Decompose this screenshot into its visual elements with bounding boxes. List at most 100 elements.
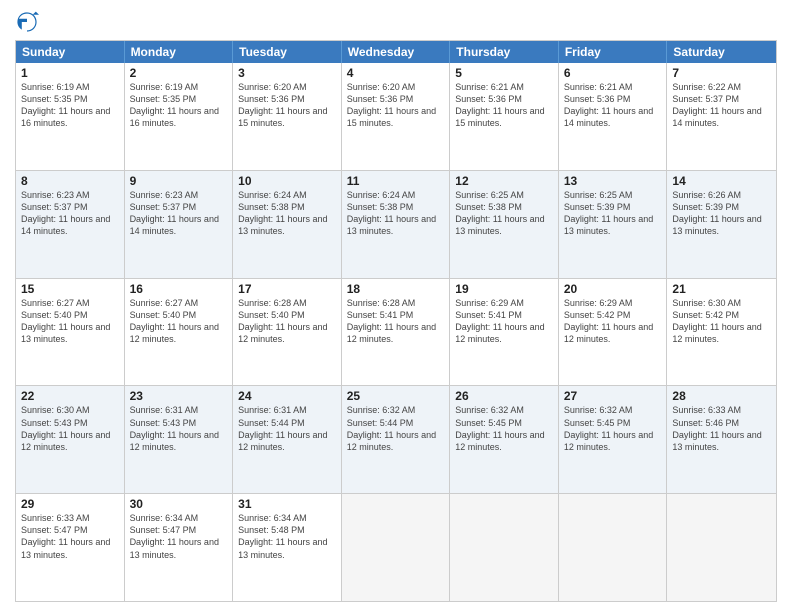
cell-day: 21: [672, 282, 771, 296]
calendar-cell: 22 Sunrise: 6:30 AMSunset: 5:43 PMDaylig…: [16, 386, 125, 493]
cell-info: Sunrise: 6:23 AMSunset: 5:37 PMDaylight:…: [130, 189, 228, 238]
cell-day: 19: [455, 282, 553, 296]
cell-day: 5: [455, 66, 553, 80]
calendar-cell: [667, 494, 776, 601]
calendar-row-3: 15 Sunrise: 6:27 AMSunset: 5:40 PMDaylig…: [16, 278, 776, 386]
cell-day: 4: [347, 66, 445, 80]
cell-day: 12: [455, 174, 553, 188]
cell-info: Sunrise: 6:31 AMSunset: 5:43 PMDaylight:…: [130, 404, 228, 453]
logo-icon: [15, 10, 39, 34]
cell-day: 27: [564, 389, 662, 403]
calendar-cell: 11 Sunrise: 6:24 AMSunset: 5:38 PMDaylig…: [342, 171, 451, 278]
calendar-cell: 31 Sunrise: 6:34 AMSunset: 5:48 PMDaylig…: [233, 494, 342, 601]
day-header-wednesday: Wednesday: [342, 41, 451, 63]
logo: [15, 10, 43, 34]
calendar-row-1: 1 Sunrise: 6:19 AMSunset: 5:35 PMDayligh…: [16, 63, 776, 170]
cell-day: 9: [130, 174, 228, 188]
calendar-row-2: 8 Sunrise: 6:23 AMSunset: 5:37 PMDayligh…: [16, 170, 776, 278]
calendar-cell: 12 Sunrise: 6:25 AMSunset: 5:38 PMDaylig…: [450, 171, 559, 278]
calendar-cell: 17 Sunrise: 6:28 AMSunset: 5:40 PMDaylig…: [233, 279, 342, 386]
day-header-saturday: Saturday: [667, 41, 776, 63]
cell-info: Sunrise: 6:32 AMSunset: 5:44 PMDaylight:…: [347, 404, 445, 453]
cell-day: 10: [238, 174, 336, 188]
cell-info: Sunrise: 6:27 AMSunset: 5:40 PMDaylight:…: [130, 297, 228, 346]
calendar-cell: 14 Sunrise: 6:26 AMSunset: 5:39 PMDaylig…: [667, 171, 776, 278]
cell-info: Sunrise: 6:26 AMSunset: 5:39 PMDaylight:…: [672, 189, 771, 238]
calendar-cell: 30 Sunrise: 6:34 AMSunset: 5:47 PMDaylig…: [125, 494, 234, 601]
day-headers: SundayMondayTuesdayWednesdayThursdayFrid…: [16, 41, 776, 63]
calendar-cell: 24 Sunrise: 6:31 AMSunset: 5:44 PMDaylig…: [233, 386, 342, 493]
calendar-row-4: 22 Sunrise: 6:30 AMSunset: 5:43 PMDaylig…: [16, 385, 776, 493]
cell-info: Sunrise: 6:25 AMSunset: 5:38 PMDaylight:…: [455, 189, 553, 238]
cell-info: Sunrise: 6:19 AMSunset: 5:35 PMDaylight:…: [21, 81, 119, 130]
cell-day: 22: [21, 389, 119, 403]
cell-day: 2: [130, 66, 228, 80]
calendar-cell: 25 Sunrise: 6:32 AMSunset: 5:44 PMDaylig…: [342, 386, 451, 493]
cell-info: Sunrise: 6:32 AMSunset: 5:45 PMDaylight:…: [455, 404, 553, 453]
cell-day: 6: [564, 66, 662, 80]
calendar-cell: 5 Sunrise: 6:21 AMSunset: 5:36 PMDayligh…: [450, 63, 559, 170]
cell-info: Sunrise: 6:20 AMSunset: 5:36 PMDaylight:…: [238, 81, 336, 130]
cell-info: Sunrise: 6:23 AMSunset: 5:37 PMDaylight:…: [21, 189, 119, 238]
cell-info: Sunrise: 6:34 AMSunset: 5:48 PMDaylight:…: [238, 512, 336, 561]
calendar-cell: 10 Sunrise: 6:24 AMSunset: 5:38 PMDaylig…: [233, 171, 342, 278]
calendar-row-5: 29 Sunrise: 6:33 AMSunset: 5:47 PMDaylig…: [16, 493, 776, 601]
cell-info: Sunrise: 6:32 AMSunset: 5:45 PMDaylight:…: [564, 404, 662, 453]
cell-info: Sunrise: 6:25 AMSunset: 5:39 PMDaylight:…: [564, 189, 662, 238]
calendar-cell: 19 Sunrise: 6:29 AMSunset: 5:41 PMDaylig…: [450, 279, 559, 386]
calendar-cell: 15 Sunrise: 6:27 AMSunset: 5:40 PMDaylig…: [16, 279, 125, 386]
calendar-cell: 27 Sunrise: 6:32 AMSunset: 5:45 PMDaylig…: [559, 386, 668, 493]
day-header-monday: Monday: [125, 41, 234, 63]
cell-day: 15: [21, 282, 119, 296]
calendar-cell: 6 Sunrise: 6:21 AMSunset: 5:36 PMDayligh…: [559, 63, 668, 170]
calendar-cell: 23 Sunrise: 6:31 AMSunset: 5:43 PMDaylig…: [125, 386, 234, 493]
cell-info: Sunrise: 6:19 AMSunset: 5:35 PMDaylight:…: [130, 81, 228, 130]
calendar-cell: 16 Sunrise: 6:27 AMSunset: 5:40 PMDaylig…: [125, 279, 234, 386]
calendar-cell: 2 Sunrise: 6:19 AMSunset: 5:35 PMDayligh…: [125, 63, 234, 170]
day-header-friday: Friday: [559, 41, 668, 63]
calendar-body: 1 Sunrise: 6:19 AMSunset: 5:35 PMDayligh…: [16, 63, 776, 601]
calendar-cell: 18 Sunrise: 6:28 AMSunset: 5:41 PMDaylig…: [342, 279, 451, 386]
calendar-cell: 26 Sunrise: 6:32 AMSunset: 5:45 PMDaylig…: [450, 386, 559, 493]
calendar-cell: 9 Sunrise: 6:23 AMSunset: 5:37 PMDayligh…: [125, 171, 234, 278]
day-header-thursday: Thursday: [450, 41, 559, 63]
calendar-cell: [559, 494, 668, 601]
cell-info: Sunrise: 6:21 AMSunset: 5:36 PMDaylight:…: [455, 81, 553, 130]
calendar-cell: 13 Sunrise: 6:25 AMSunset: 5:39 PMDaylig…: [559, 171, 668, 278]
cell-day: 3: [238, 66, 336, 80]
cell-day: 29: [21, 497, 119, 511]
cell-day: 30: [130, 497, 228, 511]
cell-day: 28: [672, 389, 771, 403]
calendar-cell: 20 Sunrise: 6:29 AMSunset: 5:42 PMDaylig…: [559, 279, 668, 386]
cell-day: 16: [130, 282, 228, 296]
cell-info: Sunrise: 6:28 AMSunset: 5:41 PMDaylight:…: [347, 297, 445, 346]
calendar-cell: 3 Sunrise: 6:20 AMSunset: 5:36 PMDayligh…: [233, 63, 342, 170]
cell-info: Sunrise: 6:27 AMSunset: 5:40 PMDaylight:…: [21, 297, 119, 346]
day-header-sunday: Sunday: [16, 41, 125, 63]
cell-info: Sunrise: 6:30 AMSunset: 5:43 PMDaylight:…: [21, 404, 119, 453]
cell-info: Sunrise: 6:20 AMSunset: 5:36 PMDaylight:…: [347, 81, 445, 130]
cell-day: 14: [672, 174, 771, 188]
cell-info: Sunrise: 6:29 AMSunset: 5:41 PMDaylight:…: [455, 297, 553, 346]
calendar-cell: 21 Sunrise: 6:30 AMSunset: 5:42 PMDaylig…: [667, 279, 776, 386]
cell-day: 25: [347, 389, 445, 403]
cell-day: 26: [455, 389, 553, 403]
cell-info: Sunrise: 6:30 AMSunset: 5:42 PMDaylight:…: [672, 297, 771, 346]
cell-day: 17: [238, 282, 336, 296]
cell-info: Sunrise: 6:24 AMSunset: 5:38 PMDaylight:…: [347, 189, 445, 238]
cell-info: Sunrise: 6:33 AMSunset: 5:46 PMDaylight:…: [672, 404, 771, 453]
cell-day: 1: [21, 66, 119, 80]
calendar: SundayMondayTuesdayWednesdayThursdayFrid…: [15, 40, 777, 602]
calendar-cell: 4 Sunrise: 6:20 AMSunset: 5:36 PMDayligh…: [342, 63, 451, 170]
cell-info: Sunrise: 6:33 AMSunset: 5:47 PMDaylight:…: [21, 512, 119, 561]
cell-day: 8: [21, 174, 119, 188]
calendar-cell: 1 Sunrise: 6:19 AMSunset: 5:35 PMDayligh…: [16, 63, 125, 170]
cell-day: 31: [238, 497, 336, 511]
calendar-cell: [342, 494, 451, 601]
cell-info: Sunrise: 6:22 AMSunset: 5:37 PMDaylight:…: [672, 81, 771, 130]
header: [15, 10, 777, 34]
day-header-tuesday: Tuesday: [233, 41, 342, 63]
cell-info: Sunrise: 6:24 AMSunset: 5:38 PMDaylight:…: [238, 189, 336, 238]
calendar-cell: [450, 494, 559, 601]
cell-info: Sunrise: 6:21 AMSunset: 5:36 PMDaylight:…: [564, 81, 662, 130]
